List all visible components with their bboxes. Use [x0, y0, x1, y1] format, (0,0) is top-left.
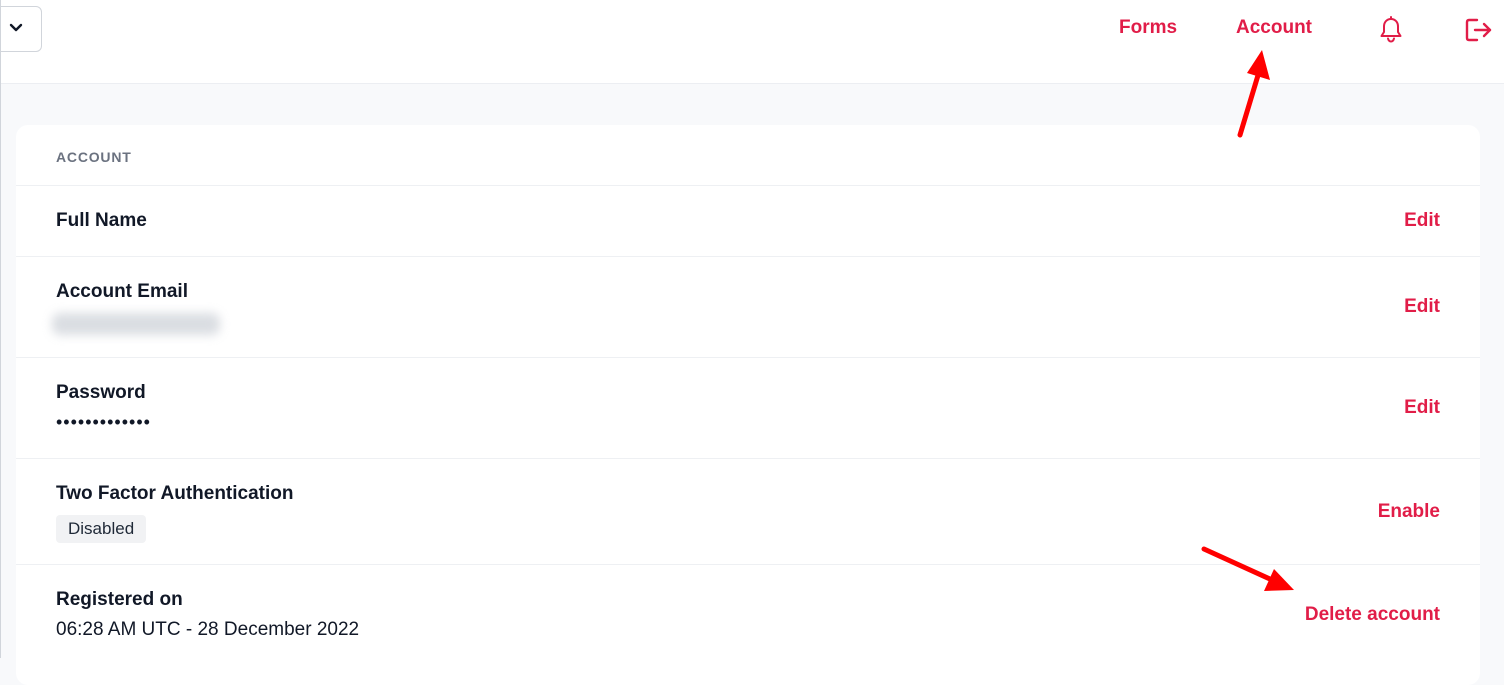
divider: [16, 458, 1480, 459]
window-frame-left: [0, 0, 1, 658]
full-name-label: Full Name: [56, 210, 147, 231]
divider: [16, 357, 1480, 358]
divider: [16, 564, 1480, 565]
bell-icon[interactable]: [1378, 16, 1404, 49]
delete-account-button[interactable]: Delete account: [1305, 604, 1440, 626]
password-value: •••••••••••••: [56, 412, 151, 432]
nav-account-link[interactable]: Account: [1236, 17, 1312, 39]
registered-on-value: 06:28 AM UTC - 28 December 2022: [56, 619, 360, 640]
two-factor-status-badge: Disabled: [56, 515, 147, 543]
divider: [16, 256, 1480, 257]
account-settings-card: ACCOUNT Full Name Edit Account Email Edi…: [16, 125, 1480, 685]
two-factor-label: Two Factor Authentication: [56, 483, 294, 504]
workspace-dropdown[interactable]: [0, 6, 42, 52]
account-email-label: Account Email: [56, 281, 188, 302]
divider: [16, 185, 1480, 186]
card-header: ACCOUNT: [56, 149, 132, 165]
password-label: Password: [56, 382, 146, 403]
nav-forms-link[interactable]: Forms: [1119, 17, 1177, 39]
edit-full-name-button[interactable]: Edit: [1404, 210, 1440, 232]
edit-email-button[interactable]: Edit: [1404, 296, 1440, 318]
edit-password-button[interactable]: Edit: [1404, 397, 1440, 419]
top-navigation-bar: Forms Account: [0, 0, 1504, 84]
logout-icon[interactable]: [1464, 16, 1494, 49]
chevron-down-icon: [9, 23, 23, 32]
registered-on-label: Registered on: [56, 589, 183, 610]
enable-two-factor-button[interactable]: Enable: [1378, 501, 1440, 523]
email-value-redacted: [52, 313, 220, 335]
